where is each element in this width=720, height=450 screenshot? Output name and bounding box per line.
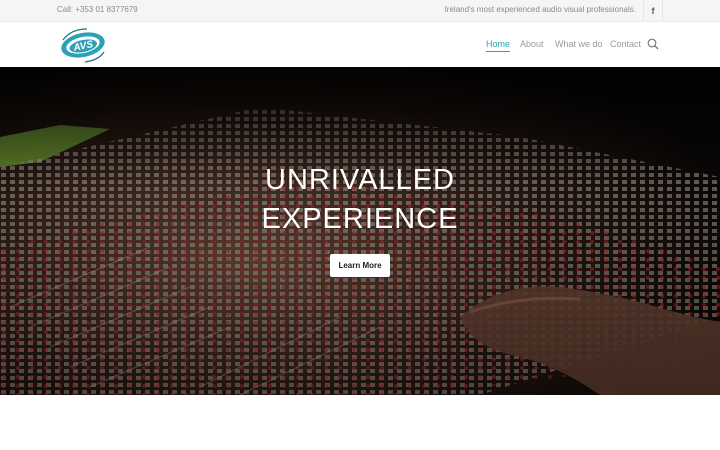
learn-more-button[interactable]: Learn More xyxy=(330,254,390,277)
nav-about[interactable]: About xyxy=(520,39,544,49)
nav-what-we-do[interactable]: What we do xyxy=(555,39,603,49)
hero-title-line1: UNRIVALLED xyxy=(265,164,455,196)
nav-home[interactable]: Home xyxy=(486,39,511,52)
facebook-icon[interactable]: f xyxy=(643,0,663,22)
tagline: Ireland's most experienced audio visual … xyxy=(444,5,636,14)
nav-contact[interactable]: Contact xyxy=(610,39,641,49)
hero-banner: UNRIVALLED EXPERIENCE Learn More xyxy=(0,67,720,395)
site-header: AVS Home About What we do Contact xyxy=(0,22,720,67)
top-info-bar: Call: +353 01 8377679 Ireland's most exp… xyxy=(0,0,720,22)
phone-number[interactable]: Call: +353 01 8377679 xyxy=(57,5,138,14)
search-icon[interactable] xyxy=(647,38,659,50)
site-logo[interactable]: AVS xyxy=(57,26,107,64)
avs-logo-graphic: AVS xyxy=(61,28,105,63)
hero-title-line2: EXPERIENCE xyxy=(261,203,459,235)
